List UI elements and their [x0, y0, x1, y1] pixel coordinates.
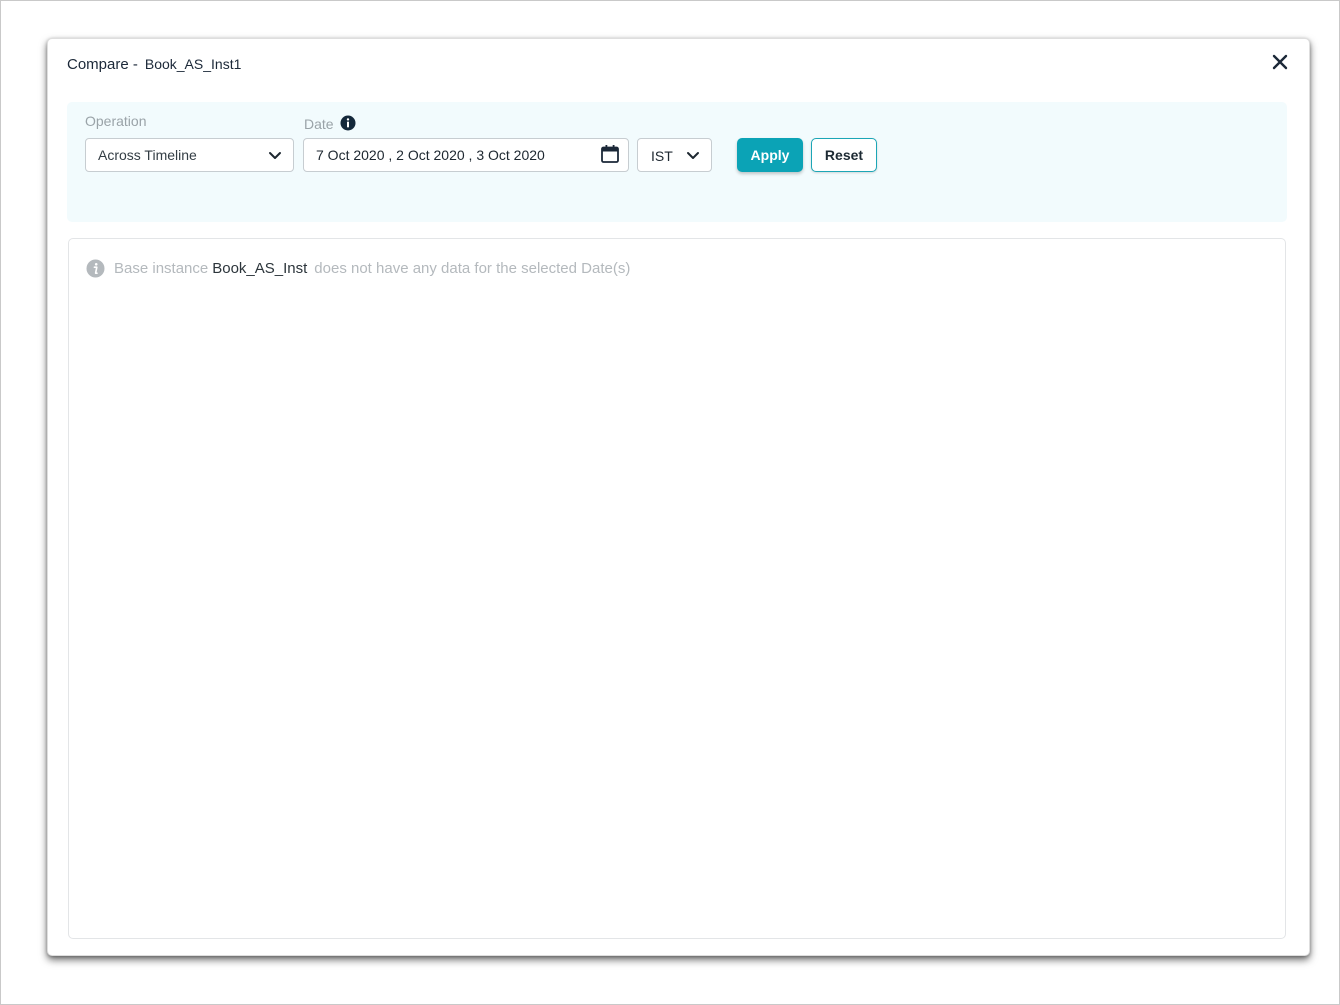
results-panel: Base instance Book_AS_Inst does not have… — [68, 238, 1286, 939]
no-data-message: Base instance Book_AS_Inst does not have… — [86, 259, 630, 278]
message-prefix: Base instance — [114, 260, 209, 277]
date-label: Date — [304, 116, 334, 132]
close-button[interactable] — [1270, 52, 1290, 72]
reset-button[interactable]: Reset — [811, 138, 877, 172]
operation-value: Across Timeline — [98, 147, 197, 163]
operation-label: Operation — [85, 113, 147, 129]
info-icon — [86, 259, 105, 278]
dialog-title: Compare - Book_AS_Inst1 — [67, 56, 241, 73]
apply-button[interactable]: Apply — [737, 138, 803, 172]
message-suffix: does not have any data for the selected … — [314, 260, 631, 277]
selected-dates: 7 Oct 2020 , 2 Oct 2020 , 3 Oct 2020 — [316, 147, 545, 163]
calendar-icon[interactable] — [600, 144, 620, 164]
compare-dialog: Compare - Book_AS_Inst1 Operation Across… — [47, 38, 1310, 956]
info-icon[interactable] — [340, 115, 356, 131]
chevron-down-icon — [687, 152, 699, 159]
close-icon — [1272, 54, 1288, 70]
dialog-title-instance-name: Book_AS_Inst1 — [144, 56, 242, 72]
operation-select[interactable]: Across Timeline — [85, 138, 294, 172]
timezone-value: IST — [651, 148, 673, 164]
dialog-title-prefix: Compare - — [67, 56, 138, 73]
date-picker-input[interactable]: 7 Oct 2020 , 2 Oct 2020 , 3 Oct 2020 — [303, 138, 629, 172]
timezone-select[interactable]: IST — [637, 138, 712, 172]
filter-panel: Operation Across Timeline Date 7 Oct 202… — [67, 102, 1287, 222]
message-instance-name: Book_AS_Inst — [212, 260, 308, 277]
chevron-down-icon — [269, 152, 281, 159]
